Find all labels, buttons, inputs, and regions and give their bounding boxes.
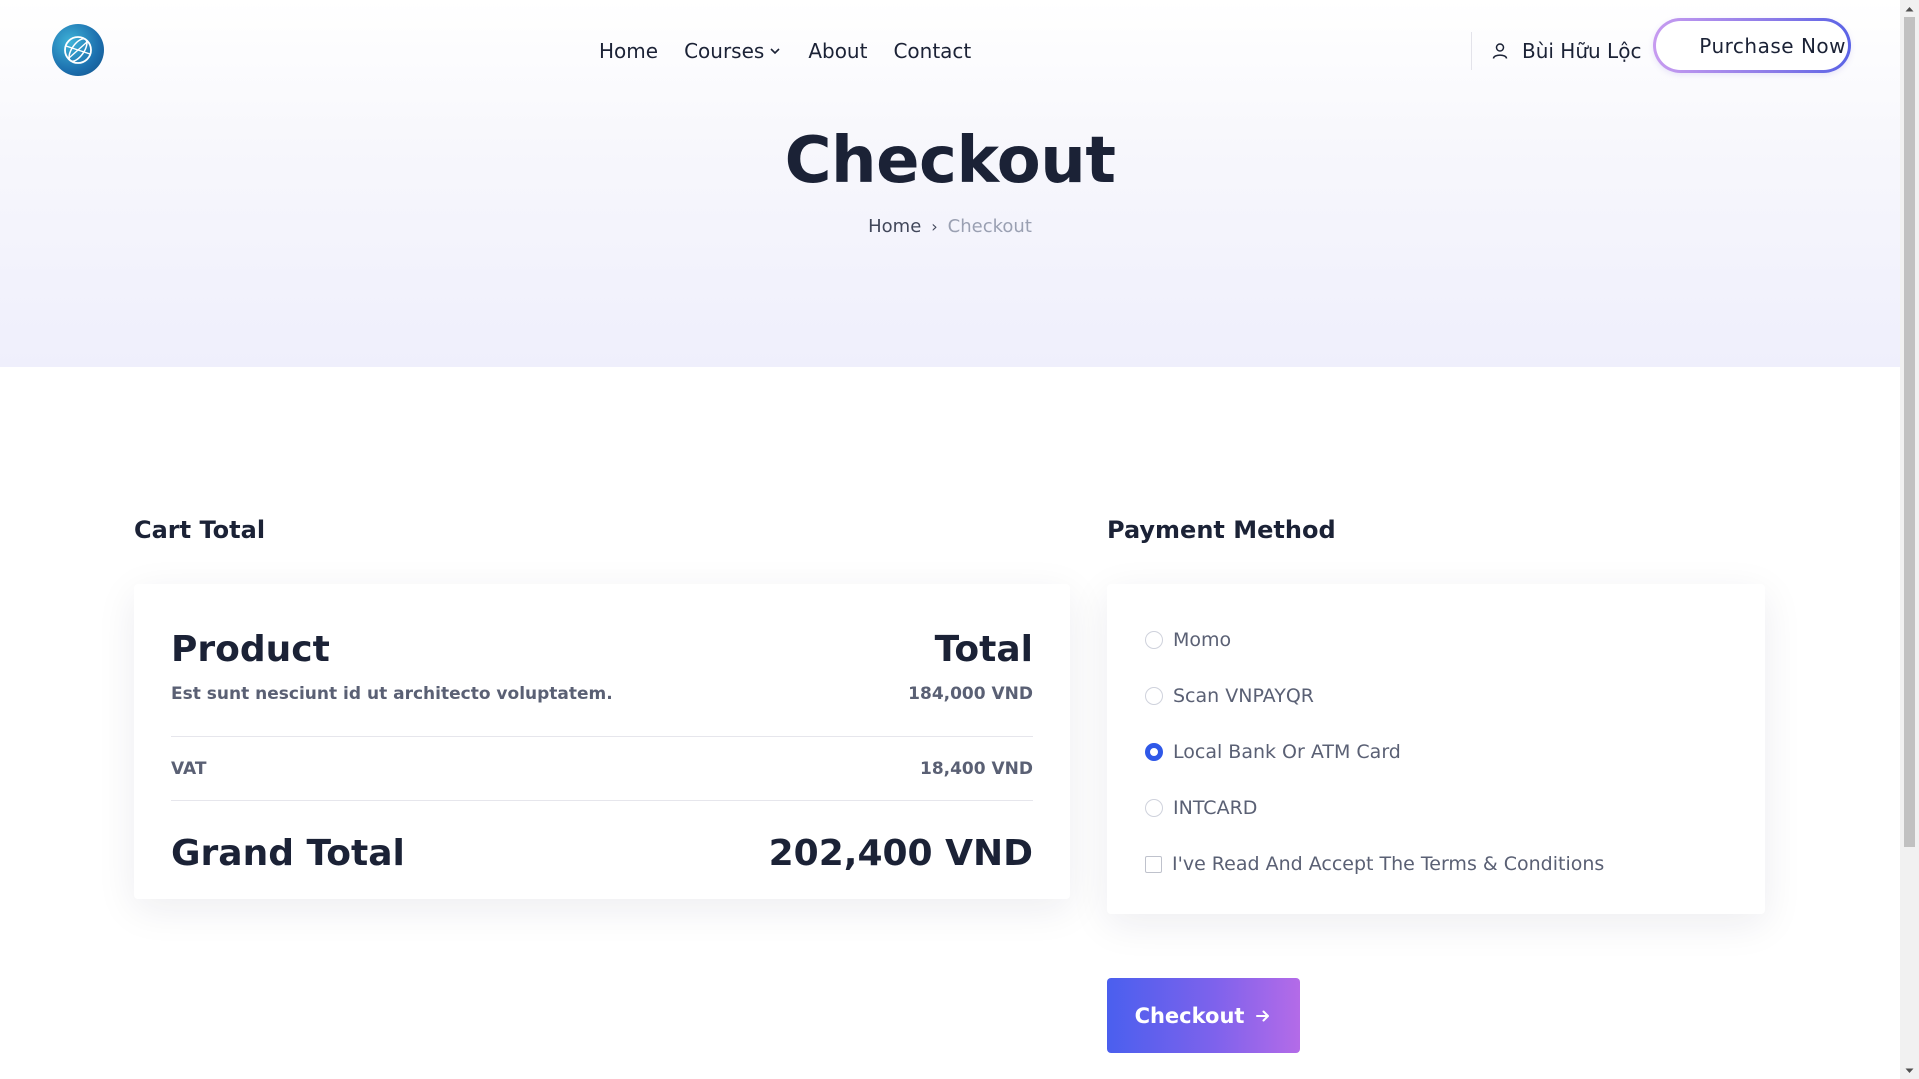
header-divider <box>1471 32 1472 70</box>
grand-total-label: Grand Total <box>171 832 405 874</box>
scroll-up-arrow-icon[interactable] <box>1900 0 1919 17</box>
cart-item-price: 184,000 VND <box>908 683 1033 704</box>
vat-value: 18,400 VND <box>919 758 1033 779</box>
scrollbar-thumb[interactable] <box>1904 17 1915 847</box>
payment-option-label: Local Bank Or ATM Card <box>1173 741 1401 763</box>
vat-row: VAT 18,400 VND <box>171 737 1033 801</box>
cart-item-name: Est sunt nesciunt id ut architecto volup… <box>171 683 613 704</box>
breadcrumb-chevron-icon: › <box>931 217 938 236</box>
arrow-right-icon <box>1256 1010 1270 1021</box>
terms-checkbox[interactable] <box>1145 855 1162 873</box>
terms-checkbox-row[interactable]: I've Read And Accept The Terms & Conditi… <box>1145 836 1727 892</box>
breadcrumb-home[interactable]: Home <box>868 216 921 237</box>
payment-option-label: INTCARD <box>1173 797 1258 819</box>
purchase-now-button[interactable]: Purchase Now <box>1653 18 1851 73</box>
nav-courses[interactable]: Courses <box>684 39 782 63</box>
user-account[interactable]: Bùi Hữu Lộc <box>1490 36 1641 66</box>
payment-option-label: Momo <box>1173 629 1232 651</box>
main-nav: Home Courses About Contact <box>599 36 971 66</box>
checkout-button[interactable]: Checkout <box>1107 978 1300 1053</box>
site-logo[interactable] <box>52 24 104 76</box>
page-scrollbar[interactable] <box>1900 0 1919 1079</box>
breadcrumb: Home › Checkout <box>0 216 1900 237</box>
site-header: Home Courses About Contact Bùi Hữu Lộc P… <box>0 0 1900 100</box>
payment-method-card: Momo Scan VNPAYQR Local Bank Or ATM Card… <box>1107 584 1765 914</box>
scroll-down-arrow-icon[interactable] <box>1900 1062 1919 1079</box>
user-name: Bùi Hữu Lộc <box>1522 39 1642 63</box>
grand-total-value: 202,400 VND <box>768 832 1033 874</box>
cart-total-card: Product Total Est sunt nesciunt id ut ar… <box>134 584 1070 899</box>
payment-option-label: Scan VNPAYQR <box>1173 685 1314 707</box>
breadcrumb-current: Checkout <box>947 216 1032 237</box>
payment-option-local-bank[interactable]: Local Bank Or ATM Card <box>1145 724 1727 780</box>
payment-option-intcard[interactable]: INTCARD <box>1145 780 1727 836</box>
nav-courses-label: Courses <box>684 39 765 63</box>
terms-label: I've Read And Accept The Terms & Conditi… <box>1172 853 1605 875</box>
radio-momo[interactable] <box>1145 631 1163 649</box>
nav-home[interactable]: Home <box>599 39 658 63</box>
radio-intcard[interactable] <box>1145 799 1163 817</box>
vat-label: VAT <box>171 758 207 779</box>
cart-total-title: Cart Total <box>134 516 266 544</box>
nav-about[interactable]: About <box>808 39 867 63</box>
payment-option-momo[interactable]: Momo <box>1145 612 1727 668</box>
payment-option-vnpayqr[interactable]: Scan VNPAYQR <box>1145 668 1727 724</box>
globe-logo-icon <box>64 36 92 64</box>
radio-local-bank[interactable] <box>1145 743 1163 761</box>
nav-contact[interactable]: Contact <box>893 39 971 63</box>
page-title: Checkout <box>784 124 1116 198</box>
user-icon <box>1492 43 1508 59</box>
total-header: Total <box>934 629 1033 670</box>
checkout-button-label: Checkout <box>1134 1003 1245 1028</box>
chevron-down-icon <box>770 48 780 55</box>
product-header: Product <box>171 629 330 670</box>
radio-vnpayqr[interactable] <box>1145 687 1163 705</box>
payment-method-title: Payment Method <box>1107 516 1336 544</box>
grand-total-row: Grand Total 202,400 VND <box>171 801 1033 905</box>
